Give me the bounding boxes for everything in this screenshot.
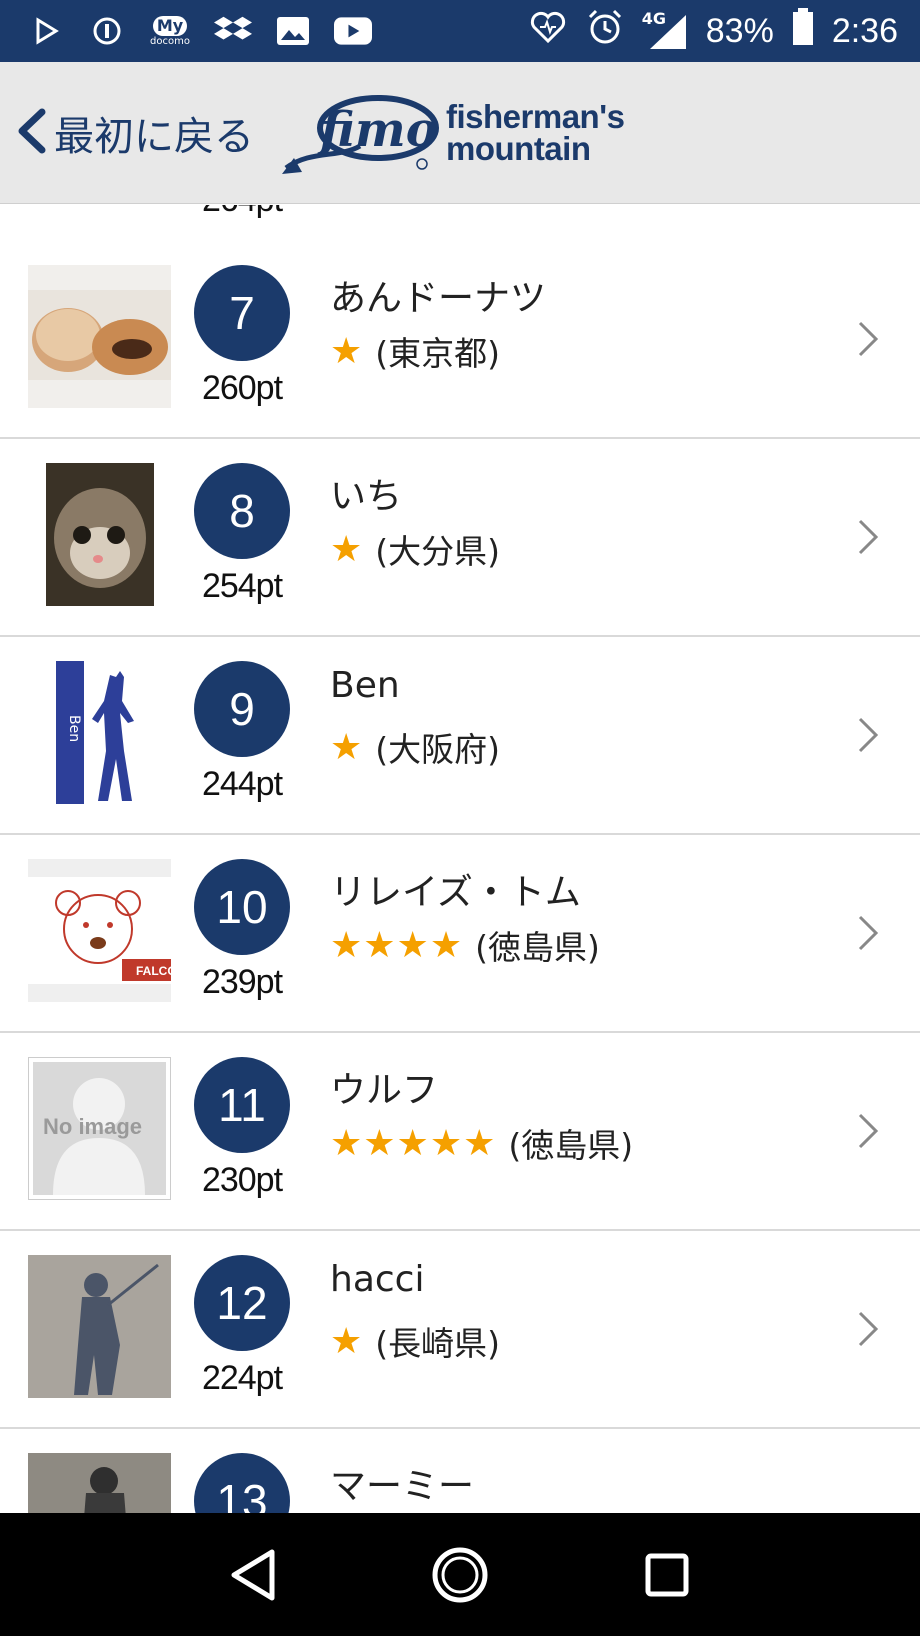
- no-image-label: No image: [43, 1114, 142, 1139]
- status-bar: My docomo 4G 83% 2:36: [0, 0, 920, 62]
- rating: ★ (大分県): [330, 525, 500, 573]
- battery-icon: [792, 8, 814, 54]
- user-name: hacci: [330, 1259, 425, 1300]
- ranking-row[interactable]: Ben 9 244pt Ben ★ (大阪府): [0, 637, 920, 835]
- user-name: いち: [330, 476, 403, 517]
- ranking-list: 264pt 7 260pt あんドーナツ ★ (東京都): [0, 205, 920, 1513]
- prefecture: (長崎県): [375, 1324, 501, 1363]
- ranking-row[interactable]: No image 11 230pt ウルフ ★★★★★ (徳島県): [0, 1033, 920, 1231]
- app-header: 最初に戻る fimo fisherman's mountain: [0, 62, 920, 204]
- home-nav-button[interactable]: [425, 1540, 495, 1610]
- avatar-caption: FALCO: [136, 964, 171, 978]
- chevron-right-icon: [858, 915, 879, 951]
- back-button[interactable]: 最初に戻る: [14, 104, 254, 162]
- points-label: 254pt: [201, 567, 283, 605]
- points-label: 260pt: [201, 369, 283, 407]
- user-avatar: [28, 463, 171, 606]
- rank-badge: 8: [194, 463, 290, 559]
- rank-badge: 12: [194, 1255, 290, 1351]
- logo-line-2: mountain: [446, 129, 591, 167]
- star-rating: ★: [330, 330, 364, 372]
- rank-badge: 10: [194, 859, 290, 955]
- my-docomo-label: My: [152, 15, 188, 36]
- my-docomo-icon: My docomo: [148, 15, 192, 47]
- rating: ★ (大阪府): [330, 723, 500, 771]
- prefecture: (東京都): [375, 334, 501, 373]
- rank-badge: 13: [194, 1453, 290, 1513]
- user-avatar: No image: [28, 1057, 171, 1200]
- youtube-icon: [334, 15, 372, 47]
- user-name: マーミー: [330, 1466, 475, 1507]
- prefecture: (徳島県): [475, 928, 600, 967]
- prefecture: (大分県): [375, 532, 501, 571]
- user-name: リレイズ・トム: [330, 872, 581, 913]
- chevron-right-icon: [858, 717, 879, 753]
- signal-icon: 4G: [642, 9, 688, 51]
- logo-mark-text: fimo: [317, 102, 438, 158]
- play-store-icon: [28, 15, 66, 47]
- back-label: 最初に戻る: [54, 113, 254, 160]
- user-avatar: [28, 1453, 171, 1513]
- star-rating: ★★★★★: [330, 1122, 497, 1164]
- prefecture: (大阪府): [375, 730, 501, 769]
- chevron-right-icon: [858, 519, 879, 555]
- system-nav-bar: [0, 1513, 920, 1636]
- ranking-row[interactable]: 7 260pt あんドーナツ ★ (東京都): [0, 241, 920, 439]
- recents-nav-button[interactable]: [632, 1540, 702, 1610]
- user-name: あんドーナツ: [330, 278, 547, 319]
- rank-badge: 9: [194, 661, 290, 757]
- info-icon: [88, 15, 126, 47]
- points-label: 230pt: [201, 1161, 283, 1199]
- rating: ★★★★ (徳島県): [330, 921, 600, 969]
- fimo-logo: fimo fisherman's mountain: [280, 88, 625, 178]
- chevron-left-icon: [14, 106, 48, 160]
- square-recents-icon: [645, 1553, 689, 1596]
- battery-percent: 83%: [705, 11, 774, 50]
- back-nav-button[interactable]: [218, 1540, 288, 1610]
- ranking-row[interactable]: 12 224pt hacci ★ (長崎県): [0, 1231, 920, 1429]
- ranking-row[interactable]: FALCO 10 239pt リレイズ・トム ★★★★ (徳島県): [0, 835, 920, 1033]
- clock: 2:36: [831, 11, 898, 50]
- star-rating: ★: [330, 528, 364, 570]
- rating: ★ (長崎県): [330, 1317, 500, 1365]
- points-label: 244pt: [201, 765, 283, 803]
- star-rating: ★: [330, 726, 364, 768]
- star-rating: ★★★★: [330, 924, 464, 966]
- user-avatar: [28, 265, 171, 408]
- user-avatar: [28, 1255, 171, 1398]
- docomo-label: docomo: [150, 35, 190, 47]
- user-name: Ben: [330, 665, 400, 706]
- points-label: 224pt: [201, 1359, 283, 1397]
- dropbox-icon: [214, 15, 252, 47]
- ranking-row-partial[interactable]: 264pt: [0, 205, 920, 243]
- points-label: 239pt: [201, 963, 283, 1001]
- ranking-row[interactable]: 8 254pt いち ★ (大分県): [0, 439, 920, 637]
- star-rating: ★: [330, 1320, 364, 1362]
- chevron-right-icon: [858, 1113, 879, 1149]
- rank-badge: 11: [194, 1057, 290, 1153]
- rank-badge: 7: [194, 265, 290, 361]
- avatar-caption: Ben: [66, 715, 82, 742]
- home-circle-icon: [432, 1547, 488, 1602]
- user-avatar: FALCO: [28, 859, 171, 1002]
- rating: ★★★★★ (徳島県): [330, 1119, 633, 1167]
- fimo-logo-mark: fimo: [282, 94, 439, 174]
- gallery-icon: [274, 15, 312, 47]
- alarm-icon: [586, 8, 624, 54]
- triangle-back-icon: [231, 1549, 275, 1600]
- heart-rate-icon: [528, 7, 568, 55]
- points-label: 264pt: [196, 205, 288, 220]
- rating: ★ (東京都): [330, 327, 500, 375]
- prefecture: (徳島県): [508, 1126, 634, 1165]
- logo-line-1: fisherman's: [446, 97, 625, 135]
- ranking-row[interactable]: 13 マーミー: [0, 1429, 920, 1513]
- chevron-right-icon: [858, 1311, 879, 1347]
- user-avatar: Ben: [28, 661, 171, 804]
- user-name: ウルフ: [330, 1070, 439, 1111]
- chevron-right-icon: [858, 321, 879, 357]
